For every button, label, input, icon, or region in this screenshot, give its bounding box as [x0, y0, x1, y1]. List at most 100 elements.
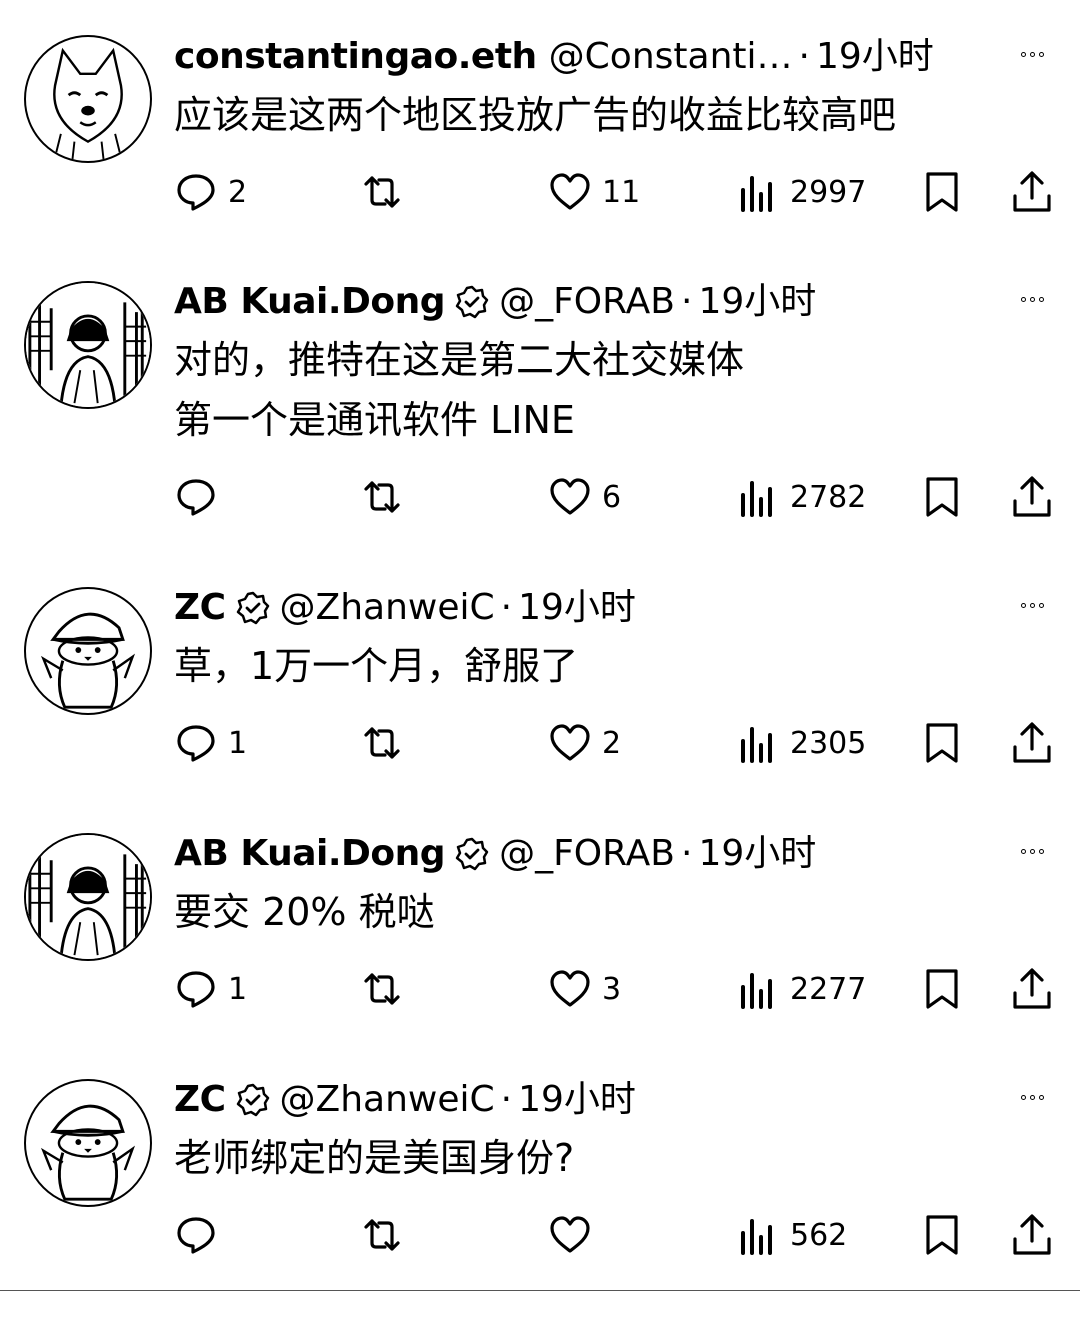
bookmark-button[interactable]	[920, 719, 964, 767]
share-icon	[1013, 722, 1051, 763]
heart-icon	[550, 478, 590, 515]
reply-button[interactable]: 2	[174, 168, 247, 216]
reply-text: 草，1万一个月，舒服了	[174, 636, 578, 696]
dot-icon	[1029, 51, 1035, 57]
reply-text-line: 要交 20% 税哒	[174, 890, 435, 934]
user-handle[interactable]: @_FORAB	[499, 278, 675, 326]
reply-button[interactable]: 1	[174, 719, 247, 767]
bookmark-button[interactable]	[920, 965, 964, 1013]
share-icon	[1013, 968, 1051, 1009]
more-options-button[interactable]	[1012, 836, 1052, 866]
views-button[interactable]: 562	[736, 1211, 847, 1259]
views-button[interactable]: 2782	[736, 473, 866, 521]
verified-badge-icon[interactable]	[455, 837, 489, 871]
user-handle[interactable]: @ZhanweiC	[280, 584, 495, 632]
like-count: 6	[602, 479, 622, 515]
reply-text-line: 草，1万一个月，舒服了	[174, 644, 579, 688]
retweet-button[interactable]	[360, 965, 404, 1013]
retweet-button[interactable]	[360, 168, 404, 216]
display-name[interactable]: ZC	[174, 1076, 226, 1124]
verified-badge-icon[interactable]	[236, 1083, 270, 1117]
display-name[interactable]: constantingao.eth	[174, 33, 537, 81]
reply-button[interactable]	[174, 473, 228, 521]
retweet-icon	[364, 973, 400, 1005]
share-icon	[1013, 171, 1051, 212]
reply-icon	[177, 725, 215, 762]
display-name[interactable]: AB Kuai.Dong	[174, 278, 446, 326]
timestamp[interactable]: 19小时	[518, 584, 636, 632]
retweet-icon	[364, 1219, 400, 1251]
avatar[interactable]	[24, 35, 152, 163]
retweet-button[interactable]	[360, 1211, 404, 1259]
views-button[interactable]: 2277	[736, 965, 866, 1013]
dot-icon	[1029, 848, 1035, 854]
bookmark-button[interactable]	[920, 1211, 964, 1259]
reply-icon	[177, 971, 215, 1008]
views-bar-chart-icon	[741, 481, 772, 517]
avatar[interactable]	[24, 1079, 152, 1207]
more-options-button[interactable]	[1012, 590, 1052, 620]
user-handle[interactable]: @_FORAB	[499, 830, 675, 878]
views-button[interactable]: 2305	[736, 719, 866, 767]
bookmark-button[interactable]	[920, 473, 964, 521]
reply-text-line: 应该是这两个地区投放广告的收益比较高吧	[174, 93, 897, 137]
dot-icon	[1020, 296, 1026, 302]
more-options-button[interactable]	[1012, 284, 1052, 314]
user-handle[interactable]: @Constanti…	[549, 33, 793, 81]
like-button[interactable]: 6	[548, 473, 621, 521]
more-options-button[interactable]	[1012, 39, 1052, 69]
heart-icon	[550, 970, 590, 1007]
separator-dot: ·	[798, 36, 810, 77]
retweet-button[interactable]	[360, 473, 404, 521]
share-button[interactable]	[1010, 965, 1054, 1013]
separator-dot: ·	[680, 833, 693, 874]
timestamp[interactable]: 19小时	[698, 830, 816, 878]
timestamp[interactable]: 19小时	[518, 1076, 636, 1124]
like-button[interactable]	[548, 1211, 602, 1259]
display-name[interactable]: AB Kuai.Dong	[174, 830, 446, 878]
reply-count: 2	[228, 174, 248, 210]
retweet-button[interactable]	[360, 719, 404, 767]
display-name[interactable]: ZC	[174, 584, 226, 632]
like-button[interactable]: 2	[548, 719, 621, 767]
share-button[interactable]	[1010, 1211, 1054, 1259]
timestamp[interactable]: 19小时	[698, 278, 816, 326]
views-button[interactable]: 2997	[736, 168, 866, 216]
user-handle[interactable]: @ZhanweiC	[280, 1076, 495, 1124]
separator-dot: ·	[680, 281, 693, 322]
more-options-button[interactable]	[1012, 1082, 1052, 1112]
share-icon	[1013, 1214, 1051, 1255]
reply-button[interactable]: 1	[174, 965, 247, 1013]
heart-icon	[550, 724, 590, 761]
retweet-icon	[364, 176, 400, 208]
share-button[interactable]	[1010, 168, 1054, 216]
timestamp[interactable]: 19小时	[816, 33, 934, 81]
avatar[interactable]	[24, 281, 152, 409]
share-button[interactable]	[1010, 719, 1054, 767]
heart-icon	[550, 1216, 590, 1253]
like-button[interactable]: 11	[548, 168, 640, 216]
bookmark-icon	[926, 1215, 958, 1255]
view-count: 2277	[790, 971, 867, 1007]
share-icon	[1013, 476, 1051, 517]
bookmark-icon	[926, 723, 958, 763]
views-bar-chart-icon	[741, 176, 772, 212]
reply-text: 要交 20% 税哒	[174, 882, 435, 942]
verified-badge-icon[interactable]	[455, 285, 489, 319]
like-count: 2	[602, 725, 622, 761]
reply-text: 对的，推特在这是第二大社交媒体 第一个是通讯软件 LINE	[174, 330, 744, 450]
avatar[interactable]	[24, 587, 152, 715]
penguin-cap-icon	[40, 1104, 136, 1201]
view-count: 562	[790, 1217, 848, 1253]
share-button[interactable]	[1010, 473, 1054, 521]
verified-badge-icon[interactable]	[236, 591, 270, 625]
dot-icon	[1020, 51, 1026, 57]
like-count: 3	[602, 971, 622, 1007]
avatar[interactable]	[24, 833, 152, 961]
bookmark-button[interactable]	[920, 168, 964, 216]
like-button[interactable]: 3	[548, 965, 621, 1013]
reply-button[interactable]	[174, 1211, 228, 1259]
reply-icon	[177, 1217, 215, 1254]
shiba-dog-icon	[53, 47, 123, 160]
person-city-icon	[26, 283, 150, 407]
